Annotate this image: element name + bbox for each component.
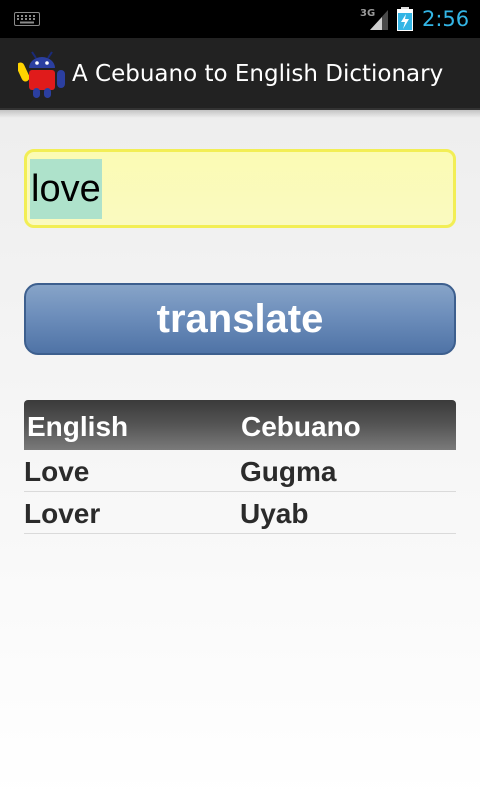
cell-english: Love <box>24 456 90 487</box>
action-bar-shadow <box>0 110 480 118</box>
signal-icon: 3G <box>360 8 388 30</box>
battery-charging-icon <box>397 7 413 31</box>
results-table: English Cebuano Love Gugma Lover Uyab <box>24 400 456 534</box>
search-input[interactable]: love <box>24 149 456 228</box>
action-bar: A Cebuano to English Dictionary <box>0 38 480 110</box>
android-app-icon <box>18 51 65 98</box>
app-title: A Cebuano to English Dictionary <box>72 61 444 87</box>
cell-cebuano: Uyab <box>240 498 309 529</box>
network-type: 3G <box>360 8 375 19</box>
status-bar: 3G 2:56 <box>0 0 480 38</box>
table-header: English Cebuano <box>24 400 456 450</box>
clock: 2:56 <box>422 7 470 31</box>
search-input-value[interactable]: love <box>30 159 102 219</box>
header-english: English <box>27 411 129 442</box>
translate-button[interactable]: translate <box>24 283 456 355</box>
keyboard-icon <box>14 12 40 26</box>
table-row[interactable]: Love Gugma <box>24 450 456 492</box>
table-row[interactable]: Lover Uyab <box>24 492 456 534</box>
cell-english: Lover <box>24 498 101 529</box>
cell-cebuano: Gugma <box>240 456 337 487</box>
header-cebuano: Cebuano <box>241 411 361 442</box>
